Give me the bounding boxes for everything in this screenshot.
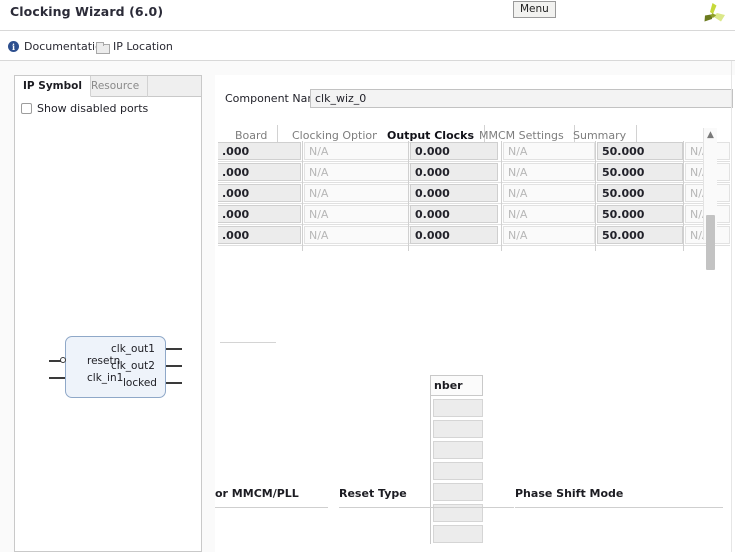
documentation-bar: i Documentation IP Location bbox=[0, 31, 735, 61]
ip-location-label: IP Location bbox=[113, 40, 173, 53]
wire-clk-out1 bbox=[166, 348, 182, 350]
panel-right-edge bbox=[731, 61, 732, 552]
cell-phase[interactable]: 0.000 bbox=[410, 163, 498, 181]
scrollbar-thumb[interactable] bbox=[706, 215, 715, 270]
component-name-input[interactable]: clk_wiz_0 bbox=[310, 89, 733, 108]
cell-duty-cycle[interactable]: 50.000 bbox=[597, 142, 683, 160]
wire-clk-in1 bbox=[49, 377, 65, 379]
port-label-locked: locked bbox=[123, 377, 157, 389]
secondary-table-cell[interactable] bbox=[433, 420, 483, 438]
secondary-table-cell[interactable] bbox=[433, 525, 483, 543]
secondary-table-cell[interactable] bbox=[433, 441, 483, 459]
cell-phase[interactable]: 0.000 bbox=[410, 226, 498, 244]
cell-output-freq[interactable]: .000 bbox=[218, 184, 301, 202]
cell-phase[interactable]: 0.000 bbox=[410, 142, 498, 160]
port-label-clk-out2: clk_out2 bbox=[111, 360, 155, 372]
cell-actual-phase: N/A bbox=[503, 184, 595, 202]
cell-phase[interactable]: 0.000 bbox=[410, 184, 498, 202]
ip-symbol-diagram: resetn clk_in1 clk_out1 clk_out2 locked bbox=[48, 331, 198, 411]
port-label-clk-in1: clk_in1 bbox=[87, 372, 124, 384]
secondary-table-cell[interactable] bbox=[433, 462, 483, 480]
grid-column-divider bbox=[595, 141, 596, 251]
table-row[interactable]: .000 N/A 0.000 N/A 50.000 N/A bbox=[218, 162, 730, 183]
ip-location-link[interactable]: IP Location bbox=[96, 40, 173, 54]
menu-button[interactable]: Menu bbox=[513, 1, 556, 18]
cell-duty-cycle[interactable]: 50.000 bbox=[597, 226, 683, 244]
secondary-table-cell[interactable] bbox=[433, 399, 483, 417]
wire-locked bbox=[166, 382, 182, 384]
wire-clk-out2 bbox=[166, 365, 182, 367]
cell-actual-phase: N/A bbox=[503, 163, 595, 181]
grid-column-divider bbox=[408, 141, 409, 251]
grid-vertical-scrollbar[interactable]: ▲ bbox=[703, 128, 717, 270]
body-area: IP Symbol Resource Show disabled ports r… bbox=[0, 61, 735, 552]
section-reset-type-rule bbox=[339, 507, 514, 508]
clocking-wizard-window: Clocking Wizard (6.0) Menu i Documentati… bbox=[0, 0, 735, 552]
section-mmcm-pll: or MMCM/PLL bbox=[215, 487, 330, 500]
folder-icon bbox=[96, 41, 110, 54]
table-row[interactable]: .000 N/A 0.000 N/A 50.000 N/A bbox=[218, 141, 730, 162]
right-panel: Component Name clk_wiz_0 Board Clocking … bbox=[215, 75, 735, 552]
secondary-table-left-edge bbox=[430, 396, 431, 544]
cell-duty-cycle[interactable]: 50.000 bbox=[597, 163, 683, 181]
grid-column-divider bbox=[683, 141, 684, 251]
table-row[interactable]: .000 N/A 0.000 N/A 50.000 N/A bbox=[218, 183, 730, 204]
cell-actual-phase: N/A bbox=[503, 226, 595, 244]
section-mmcm-pll-rule bbox=[215, 507, 328, 508]
cell-duty-cycle[interactable]: 50.000 bbox=[597, 184, 683, 202]
cell-actual-phase: N/A bbox=[503, 142, 595, 160]
left-panel: IP Symbol Resource Show disabled ports r… bbox=[14, 75, 202, 552]
section-phase-shift-mode: Phase Shift Mode bbox=[515, 487, 715, 500]
cell-duty-cycle[interactable]: 50.000 bbox=[597, 205, 683, 223]
cell-output-freq[interactable]: .000 bbox=[218, 226, 301, 244]
info-circle-icon: i bbox=[8, 41, 19, 52]
page-title: Clocking Wizard (6.0) bbox=[10, 4, 164, 19]
component-name-row: Component Name clk_wiz_0 bbox=[225, 89, 733, 108]
table-row[interactable]: .000 N/A 0.000 N/A 50.000 N/A bbox=[218, 225, 730, 246]
chevron-up-icon[interactable]: ▲ bbox=[704, 128, 717, 141]
xilinx-tri-leaf-logo-icon bbox=[699, 2, 727, 28]
show-disabled-ports-label: Show disabled ports bbox=[37, 102, 149, 115]
table-row[interactable]: .000 N/A 0.000 N/A 50.000 N/A bbox=[218, 204, 730, 225]
section-reset-type: Reset Type bbox=[339, 487, 514, 500]
title-bar: Clocking Wizard (6.0) Menu bbox=[0, 0, 735, 31]
section-reset-type-title: Reset Type bbox=[339, 487, 407, 500]
section-phase-shift-mode-title: Phase Shift Mode bbox=[515, 487, 624, 500]
tab-resource[interactable]: Resource bbox=[83, 76, 149, 97]
show-disabled-ports-checkbox[interactable] bbox=[21, 103, 32, 114]
cell-phase[interactable]: 0.000 bbox=[410, 205, 498, 223]
show-disabled-ports-row[interactable]: Show disabled ports bbox=[21, 102, 148, 115]
cell-output-freq[interactable]: .000 bbox=[218, 142, 301, 160]
grid-column-divider bbox=[302, 141, 303, 251]
cell-output-freq[interactable]: .000 bbox=[218, 205, 301, 223]
cell-output-freq[interactable]: .000 bbox=[218, 163, 301, 181]
content-divider bbox=[220, 342, 276, 343]
output-clocks-grid: .000 N/A 0.000 N/A 50.000 N/A .000 N/A 0… bbox=[218, 141, 735, 251]
left-tabstrip: IP Symbol Resource bbox=[15, 76, 201, 97]
port-label-clk-out1: clk_out1 bbox=[111, 343, 155, 355]
grid-column-divider bbox=[501, 141, 502, 251]
documentation-link[interactable]: i Documentation bbox=[8, 40, 109, 53]
tab-empty[interactable] bbox=[155, 76, 201, 97]
tab-ip-symbol[interactable]: IP Symbol bbox=[15, 76, 91, 97]
section-mmcm-pll-title: or MMCM/PLL bbox=[215, 487, 299, 500]
secondary-table-header: nber bbox=[430, 375, 483, 396]
cell-actual-phase: N/A bbox=[503, 205, 595, 223]
active-low-bubble-icon bbox=[60, 357, 66, 363]
section-phase-shift-mode-rule bbox=[515, 507, 723, 508]
